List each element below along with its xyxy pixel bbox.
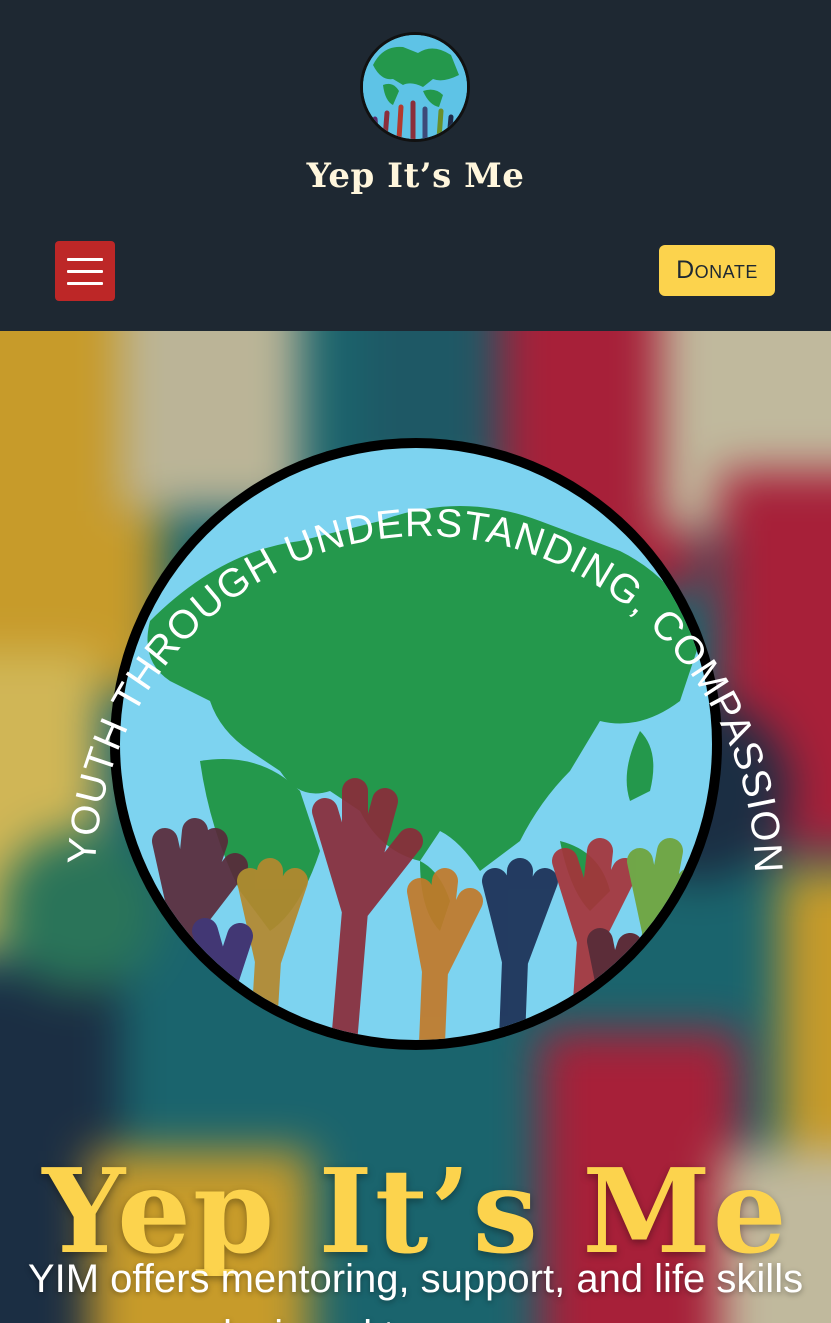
hero-subtitle: YIM offers mentoring, support, and life …	[27, 1257, 804, 1323]
hero-section: ENRICHING OUR YOUTH THROUGH UNDERSTANDIN…	[0, 331, 831, 1323]
donate-button[interactable]: Donate	[659, 245, 775, 296]
globe-hands-logo-icon	[363, 35, 467, 139]
site-header: Yep It’s Me Donate	[0, 0, 831, 331]
site-title[interactable]: Yep It’s Me	[0, 156, 831, 196]
site-logo[interactable]	[360, 32, 470, 142]
hamburger-menu-button[interactable]	[55, 241, 115, 301]
hero-globe-illustration: ENRICHING OUR YOUTH THROUGH UNDERSTANDIN…	[0, 371, 789, 1050]
